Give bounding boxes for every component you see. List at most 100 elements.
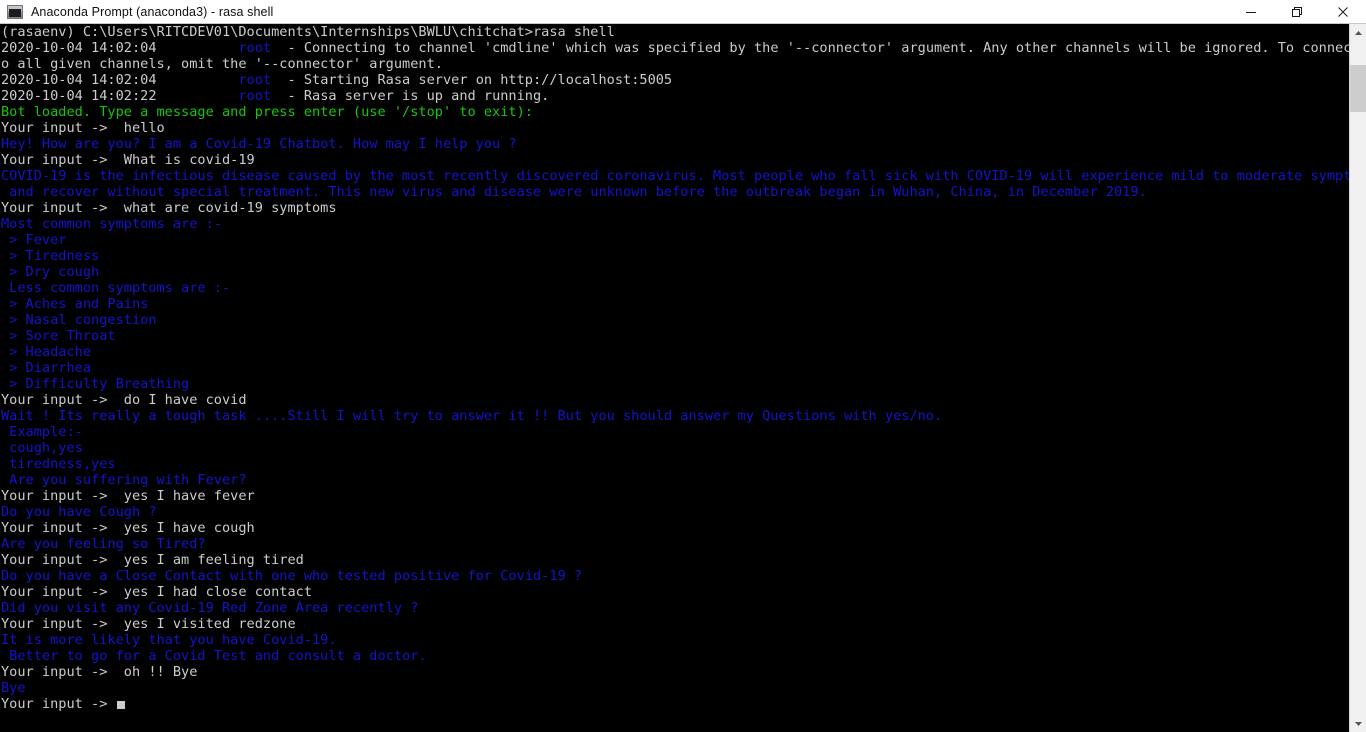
- minimize-icon: [1246, 11, 1256, 13]
- scroll-down-button[interactable]: [1350, 715, 1366, 732]
- text-segment: Your input -> yes I have cough: [1, 520, 255, 536]
- text-segment: > Difficulty Breathing: [1, 376, 190, 392]
- input-prompt-label: Your input ->: [1, 696, 116, 712]
- text-segment: > Tiredness: [1, 248, 100, 264]
- text-segment: Hey! How are you? I am a Covid-19 Chatbo…: [1, 136, 517, 152]
- terminal-window: Anaconda Prompt (anaconda3) - rasa shell: [0, 0, 1366, 732]
- text-segment: 2020-10-04 14:02:04: [1, 40, 239, 56]
- text-segment: > Dry cough: [1, 264, 100, 280]
- text-segment: root: [238, 40, 272, 56]
- text-segment: Do you have a Close Contact with one who…: [1, 568, 583, 584]
- bot-symptom-aches-pains: > Aches and Pains: [0, 296, 1349, 312]
- restore-button[interactable]: [1274, 0, 1320, 23]
- console-window-icon: [7, 4, 23, 19]
- bot-question-fever: Are you suffering with Fever?: [0, 472, 1349, 488]
- text-segment: - Rasa server is up and running.: [271, 88, 550, 104]
- active-input-line[interactable]: Your input ->: [0, 696, 1349, 712]
- terminal-output[interactable]: (rasaenv) C:\Users\RITCDEV01\Documents\I…: [0, 24, 1349, 732]
- close-button[interactable]: [1320, 0, 1366, 23]
- scroll-down-icon: [1354, 721, 1362, 726]
- log-starting-server: 2020-10-04 14:02:04 root - Starting Rasa…: [0, 72, 1349, 88]
- text-segment: Example:-: [1, 424, 83, 440]
- text-segment: Most common symptoms are :-: [1, 216, 222, 232]
- bot-covid-definition-1: COVID-19 is the infectious disease cause…: [0, 168, 1349, 184]
- window-controls: [1228, 0, 1366, 23]
- close-icon: [1338, 6, 1348, 17]
- bot-diagnosis-intro: Wait ! Its really a tough task ....Still…: [0, 408, 1349, 424]
- bot-question-tired: Are you feeling so Tired?: [0, 536, 1349, 552]
- bot-question-red-zone: Did you visit any Covid-19 Red Zone Area…: [0, 600, 1349, 616]
- text-segment: Are you suffering with Fever?: [1, 472, 247, 488]
- bot-example-tiredness: tiredness,yes: [0, 456, 1349, 472]
- scrollbar-track[interactable]: [1350, 41, 1366, 715]
- text-segment: Your input -> yes I had close contact: [1, 584, 312, 600]
- text-segment: COVID-19 is the infectious disease cause…: [1, 168, 1349, 184]
- bot-symptom-fever: > Fever: [0, 232, 1349, 248]
- bot-question-close-contact: Do you have a Close Contact with one who…: [0, 568, 1349, 584]
- window-title: Anaconda Prompt (anaconda3) - rasa shell: [31, 4, 274, 19]
- console-area: (rasaenv) C:\Users\RITCDEV01\Documents\I…: [0, 24, 1366, 732]
- scrollbar-thumb[interactable]: [1350, 65, 1366, 112]
- minimize-button[interactable]: [1228, 0, 1274, 23]
- bot-bye: Bye: [0, 680, 1349, 696]
- user-answer-close-contact: Your input -> yes I had close contact: [0, 584, 1349, 600]
- user-symptoms-question: Your input -> what are covid-19 symptoms: [0, 200, 1349, 216]
- bot-verdict: It is more likely that you have Covid-19…: [0, 632, 1349, 648]
- text-segment: and recover without special treatment. T…: [1, 184, 1147, 200]
- text-segment: > Diarrhea: [1, 360, 92, 376]
- text-segment: > Aches and Pains: [1, 296, 149, 312]
- scroll-up-icon: [1354, 30, 1362, 35]
- user-answer-tired: Your input -> yes I am feeling tired: [0, 552, 1349, 568]
- text-segment: > Sore Throat: [1, 328, 116, 344]
- text-segment: It is more likely that you have Covid-19…: [1, 632, 337, 648]
- text-segment: > Headache: [1, 344, 92, 360]
- bot-less-common-header: Less common symptoms are :-: [0, 280, 1349, 296]
- text-segment: - Connecting to channel 'cmdline' which …: [271, 40, 1349, 56]
- user-do-i-have-covid: Your input -> do I have covid: [0, 392, 1349, 408]
- block-cursor: [116, 701, 125, 709]
- text-segment: Bye: [1, 680, 26, 696]
- text-segment: cough,yes: [1, 440, 83, 456]
- text-segment: Your input -> do I have covid: [1, 392, 247, 408]
- text-segment: o all given channels, omit the '--connec…: [1, 56, 443, 72]
- text-segment: - Starting Rasa server on http://localho…: [271, 72, 673, 88]
- text-segment: tiredness,yes: [1, 456, 116, 472]
- text-segment: Do you have Cough ?: [1, 504, 157, 520]
- scroll-up-button[interactable]: [1350, 24, 1366, 41]
- bot-symptom-tiredness: > Tiredness: [0, 248, 1349, 264]
- user-hello: Your input -> hello: [0, 120, 1349, 136]
- vertical-scrollbar[interactable]: [1349, 24, 1366, 732]
- text-segment: root: [238, 72, 272, 88]
- bot-symptom-dry-cough: > Dry cough: [0, 264, 1349, 280]
- prompt-command-line: (rasaenv) C:\Users\RITCDEV01\Documents\I…: [0, 24, 1349, 40]
- bot-symptom-nasal-congestion: > Nasal congestion: [0, 312, 1349, 328]
- text-segment: root: [238, 88, 272, 104]
- bot-symptom-sore-throat: > Sore Throat: [0, 328, 1349, 344]
- log-connecting-2: o all given channels, omit the '--connec…: [0, 56, 1349, 72]
- bot-example-cough: cough,yes: [0, 440, 1349, 456]
- bot-symptom-diarrhea: > Diarrhea: [0, 360, 1349, 376]
- user-answer-fever: Your input -> yes I have fever: [0, 488, 1349, 504]
- text-segment: 2020-10-04 14:02:04: [1, 72, 239, 88]
- user-answer-red-zone: Your input -> yes I visited redzone: [0, 616, 1349, 632]
- text-segment: > Fever: [1, 232, 67, 248]
- text-segment: Your input -> yes I visited redzone: [1, 616, 296, 632]
- text-segment: Wait ! Its really a tough task ....Still…: [1, 408, 943, 424]
- bot-question-cough: Do you have Cough ?: [0, 504, 1349, 520]
- text-segment: Your input -> yes I am feeling tired: [1, 552, 304, 568]
- text-segment: Your input -> what are covid-19 symptoms: [1, 200, 337, 216]
- bot-advice: Better to go for a Covid Test and consul…: [0, 648, 1349, 664]
- log-server-running: 2020-10-04 14:02:22 root - Rasa server i…: [0, 88, 1349, 104]
- text-segment: Bot loaded. Type a message and press ent…: [1, 104, 533, 120]
- user-what-is-covid: Your input -> What is covid-19: [0, 152, 1349, 168]
- text-segment: Less common symptoms are :-: [1, 280, 231, 296]
- user-answer-cough: Your input -> yes I have cough: [0, 520, 1349, 536]
- title-bar[interactable]: Anaconda Prompt (anaconda3) - rasa shell: [0, 0, 1366, 24]
- user-bye: Your input -> oh !! Bye: [0, 664, 1349, 680]
- bot-symptom-headache: > Headache: [0, 344, 1349, 360]
- text-segment: Are you feeling so Tired?: [1, 536, 206, 552]
- restore-icon: [1292, 6, 1302, 17]
- text-segment: 2020-10-04 14:02:22: [1, 88, 239, 104]
- text-segment: Better to go for a Covid Test and consul…: [1, 648, 427, 664]
- text-segment: Your input -> hello: [1, 120, 165, 136]
